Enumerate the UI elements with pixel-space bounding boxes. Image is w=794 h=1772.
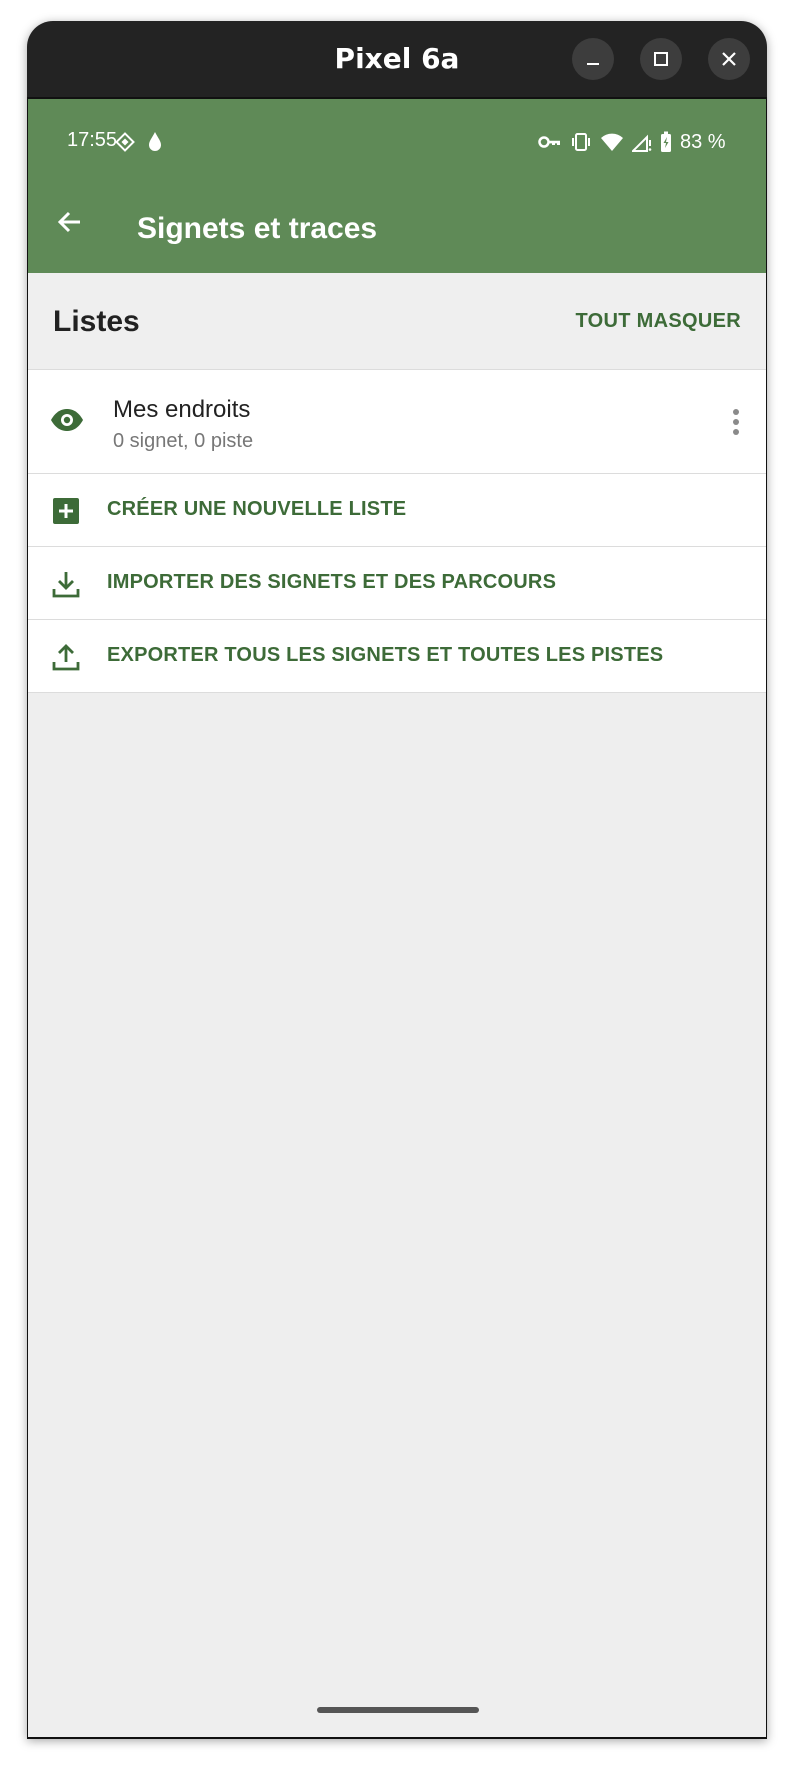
battery-icon (661, 131, 671, 152)
hide-all-button[interactable]: TOUT MASQUER (576, 310, 741, 333)
back-arrow-icon[interactable] (56, 208, 84, 236)
drop-icon (149, 132, 161, 151)
close-icon (722, 52, 736, 66)
maximize-icon (654, 52, 668, 66)
create-list-button[interactable]: CRÉER UNE NOUVELLE LISTE (28, 474, 766, 547)
home-indicator[interactable] (317, 1707, 479, 1713)
add-box-icon (53, 498, 79, 524)
create-list-label: CRÉER UNE NOUVELLE LISTE (107, 498, 407, 520)
bookmarks-list: Mes endroits 0 signet, 0 piste CRÉER UNE… (28, 369, 766, 693)
page-title: Signets et traces (137, 212, 378, 245)
import-label: IMPORTER DES SIGNETS ET DES PARCOURS (107, 571, 557, 593)
eye-icon[interactable] (50, 408, 84, 432)
download-icon (52, 572, 80, 598)
phone-screen: 17:55 83 % Signets et traces Listes TOUT… (27, 99, 767, 1739)
list-summary: 0 signet, 0 piste (113, 430, 254, 452)
import-button[interactable]: IMPORTER DES SIGNETS ET DES PARCOURS (28, 547, 766, 620)
list-item[interactable]: Mes endroits 0 signet, 0 piste (28, 370, 766, 474)
upload-icon (52, 644, 80, 671)
lists-section-header: Listes TOUT MASQUER (28, 273, 766, 369)
minimize-icon (587, 63, 599, 65)
more-vertical-icon[interactable] (732, 408, 740, 436)
battery-percent: 83 % (680, 130, 726, 153)
export-button[interactable]: EXPORTER TOUS LES SIGNETS ET TOUTES LES … (28, 620, 766, 693)
vpn-key-icon (538, 136, 560, 148)
emulator-window: Pixel 6a 17:55 83 % Signets et traces Li… (27, 21, 767, 1739)
list-name: Mes endroits (113, 396, 251, 423)
section-title: Listes (53, 305, 140, 338)
diamond-app-icon (115, 132, 135, 152)
signal-icon (632, 134, 652, 152)
export-label: EXPORTER TOUS LES SIGNETS ET TOUTES LES … (107, 644, 664, 666)
close-button[interactable] (708, 38, 750, 80)
minimize-button[interactable] (572, 38, 614, 80)
window-titlebar: Pixel 6a (27, 21, 767, 99)
status-icons: 83 % (538, 129, 726, 155)
maximize-button[interactable] (640, 38, 682, 80)
wifi-icon (601, 133, 623, 151)
app-bar: 17:55 83 % Signets et traces (28, 99, 766, 273)
status-time: 17:55 (67, 129, 118, 151)
vibrate-icon (572, 133, 590, 151)
